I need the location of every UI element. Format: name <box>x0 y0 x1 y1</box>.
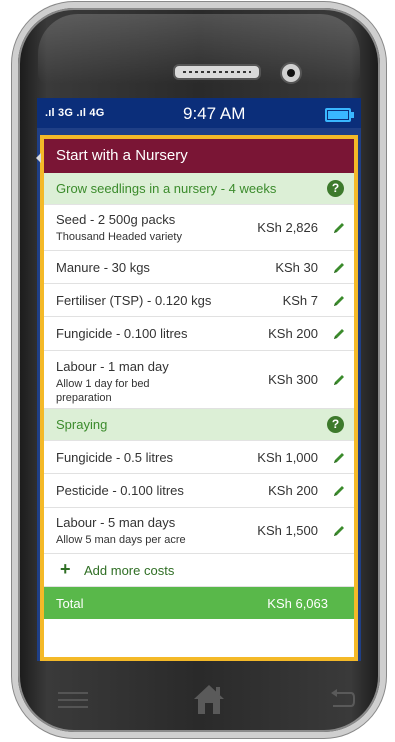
cost-label: Fungicide - 0.100 litres <box>56 326 188 341</box>
cost-amount: KSh 2,826 <box>257 220 318 235</box>
cost-row[interactable]: Pesticide - 0.100 litres KSh 200 <box>44 474 354 508</box>
edit-pencil-icon[interactable] <box>332 373 346 387</box>
cost-note: Allow 5 man days per acre <box>56 534 186 546</box>
cost-label: Pesticide - 0.100 litres <box>56 483 184 498</box>
total-bar: Total KSh 6,063 <box>44 587 354 619</box>
edit-pencil-icon[interactable] <box>332 451 346 465</box>
cost-note: Allow 1 day for bed preparation <box>56 378 150 404</box>
cost-label: Manure - 30 kgs <box>56 260 150 275</box>
section-title: Spraying <box>56 417 108 432</box>
app-frame: Start with a Nursery Grow seedlings in a… <box>40 135 358 661</box>
edit-pencil-icon[interactable] <box>332 261 346 275</box>
edit-pencil-icon[interactable] <box>332 484 346 498</box>
add-more-costs-button[interactable]: + Add more costs <box>44 554 354 587</box>
edit-pencil-icon[interactable] <box>332 524 346 538</box>
status-bar: .ıl 3G .ıl 4G 9:47 AM <box>37 98 361 128</box>
front-camera <box>280 62 302 84</box>
drawer-tab[interactable] <box>36 153 41 163</box>
help-icon[interactable]: ? <box>327 180 344 197</box>
section-header-spraying: Spraying ? <box>44 409 354 441</box>
section-title: Grow seedlings in a nursery - 4 weeks <box>56 181 277 196</box>
add-more-costs-label: Add more costs <box>84 563 175 578</box>
total-amount: KSh 6,063 <box>267 596 328 611</box>
section-header-nursery: Grow seedlings in a nursery - 4 weeks ? <box>44 173 354 205</box>
edit-pencil-icon[interactable] <box>332 294 346 308</box>
signal-indicator: .ıl 3G .ıl 4G <box>45 107 105 119</box>
menu-icon[interactable] <box>58 692 88 713</box>
cost-row[interactable]: Fertiliser (TSP) - 0.120 kgs KSh 7 <box>44 284 354 317</box>
cost-label: Labour - 5 man days <box>56 515 176 530</box>
cost-amount: KSh 200 <box>268 483 318 498</box>
home-icon[interactable] <box>190 680 228 718</box>
cost-amount: KSh 1,500 <box>257 523 318 538</box>
cost-row[interactable]: Manure - 30 kgs KSh 30 <box>44 251 354 284</box>
cost-row[interactable]: Labour - 5 man days Allow 5 man days per… <box>44 508 354 554</box>
help-icon[interactable]: ? <box>327 416 344 433</box>
page-title: Start with a Nursery <box>44 139 354 173</box>
cost-amount: KSh 200 <box>268 326 318 341</box>
phone-nav-bar <box>36 665 362 727</box>
cost-label: Fertiliser (TSP) - 0.120 kgs <box>56 293 212 308</box>
cost-row[interactable]: Labour - 1 man day Allow 1 day for bed p… <box>44 351 354 409</box>
edit-pencil-icon[interactable] <box>332 327 346 341</box>
cost-note: Thousand Headed variety <box>56 231 182 243</box>
cost-amount: KSh 1,000 <box>257 450 318 465</box>
edit-pencil-icon[interactable] <box>332 221 346 235</box>
cost-row[interactable]: Fungicide - 0.5 litres KSh 1,000 <box>44 441 354 474</box>
battery-icon <box>325 108 354 122</box>
back-icon[interactable] <box>327 688 355 710</box>
cost-amount: KSh 7 <box>282 293 318 308</box>
cost-amount: KSh 30 <box>275 260 318 275</box>
status-time: 9:47 AM <box>183 104 246 123</box>
cost-card: Start with a Nursery Grow seedlings in a… <box>44 139 354 657</box>
cost-row[interactable]: Fungicide - 0.100 litres KSh 200 <box>44 317 354 351</box>
cost-label: Labour - 1 man day <box>56 359 169 374</box>
total-label: Total <box>56 596 84 611</box>
speaker-grille <box>173 64 261 80</box>
cost-label: Fungicide - 0.5 litres <box>56 450 174 465</box>
phone-screen: .ıl 3G .ıl 4G 9:47 AM Start with a Nurse… <box>37 98 361 661</box>
cost-label: Seed - 2 500g packs <box>56 212 176 227</box>
cost-row[interactable]: Seed - 2 500g packs Thousand Headed vari… <box>44 205 354 251</box>
plus-icon: + <box>60 559 71 579</box>
cost-amount: KSh 300 <box>268 372 318 387</box>
